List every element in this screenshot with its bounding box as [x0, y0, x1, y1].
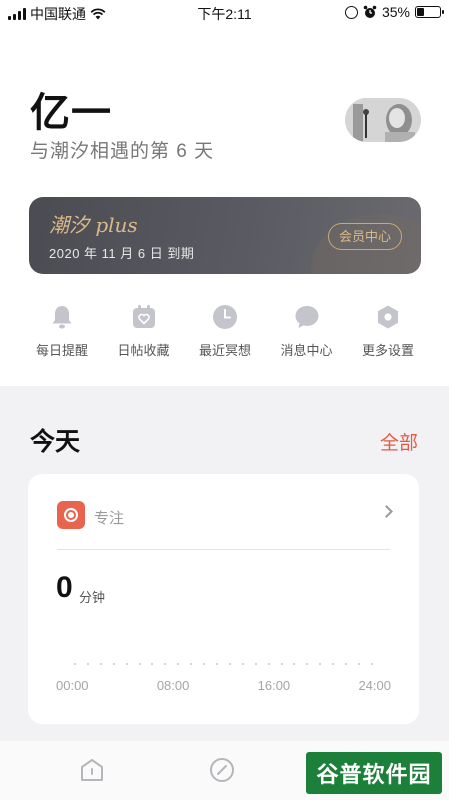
see-all-link[interactable]: 全部: [380, 428, 418, 455]
bell-icon: [48, 303, 76, 331]
settings-hexagon-icon: [374, 303, 402, 331]
calendar-heart-icon: [130, 303, 158, 331]
timeline-dot: [190, 663, 193, 665]
timeline-dot: [254, 663, 257, 665]
status-bar: 中国联通 下午2:11 35%: [0, 0, 449, 26]
focus-icon: [57, 501, 85, 529]
quick-actions: 每日提醒 日帖收藏 最近冥想 消息中心 更多设置: [22, 303, 428, 363]
orientation-lock-icon: [344, 5, 358, 19]
timeline-dot: [151, 663, 154, 665]
timeline-dot: [228, 663, 231, 665]
time-axis: 00:00 08:00 16:00 24:00: [56, 678, 391, 693]
watermark-logo: 谷普软件园: [306, 752, 442, 794]
clock-icon: [211, 303, 239, 331]
timeline-dot: [177, 663, 180, 665]
quick-action-label: 消息中心: [280, 343, 333, 358]
chat-bubble-icon: [293, 303, 321, 331]
timeline-dot: [280, 663, 283, 665]
timeline-dot: [215, 663, 218, 665]
quick-action-favorites[interactable]: 日帖收藏: [104, 303, 184, 363]
timeline-dot: [203, 663, 206, 665]
focus-minutes-value: 0: [56, 571, 73, 604]
timeline-dot: [357, 663, 360, 665]
battery-percent: 35%: [381, 4, 410, 20]
alarm-icon: [363, 5, 377, 18]
today-title: 今天: [30, 428, 81, 456]
timeline-dot: [74, 663, 76, 665]
avatar-image: [345, 98, 421, 142]
battery-fill: [417, 8, 424, 16]
timeline-dot: [293, 663, 296, 665]
member-plan-title: 潮汐 plus: [49, 213, 138, 237]
chevron-right-icon[interactable]: [380, 505, 393, 518]
focus-label: 专注: [94, 510, 125, 527]
quick-action-label: 最近冥想: [198, 343, 251, 358]
timeline-dot: [86, 663, 89, 665]
timeline-dots: [74, 663, 373, 665]
avatar[interactable]: [345, 98, 421, 142]
home-icon[interactable]: [79, 757, 105, 783]
time-axis-label: 16:00: [257, 678, 291, 693]
focus-minutes-unit: 分钟: [79, 590, 106, 605]
timeline-dot: [112, 663, 115, 665]
member-expiry-date: 2020 年 11 月 6 日 到期: [49, 246, 195, 261]
battery-icon: [415, 6, 444, 18]
timeline-dot: [138, 663, 141, 665]
timeline-dot: [332, 663, 335, 665]
timeline-dot: [267, 663, 270, 665]
profile-days-subtitle: 与潮汐相遇的第 6 天: [30, 141, 215, 162]
member-card[interactable]: 潮汐 plus 2020 年 11 月 6 日 到期 会员中心: [29, 197, 421, 274]
timeline-dot: [125, 663, 128, 665]
member-center-button[interactable]: 会员中心: [327, 223, 402, 250]
quick-action-label: 每日提醒: [35, 343, 88, 358]
quick-action-recent-meditation[interactable]: 最近冥想: [185, 303, 265, 363]
compass-icon[interactable]: [209, 757, 235, 783]
timeline-dot: [99, 663, 102, 665]
quick-action-settings[interactable]: 更多设置: [348, 303, 428, 363]
timeline-dot: [370, 663, 373, 665]
focus-card[interactable]: 专注 0 分钟 00:00 08:00 16:00 24:00: [28, 474, 419, 724]
quick-action-label: 更多设置: [361, 343, 414, 358]
timeline-dot: [345, 663, 348, 665]
quick-action-daily-reminder[interactable]: 每日提醒: [22, 303, 102, 363]
timeline-dot: [306, 663, 309, 665]
time-axis-label: 24:00: [358, 678, 391, 693]
profile-name[interactable]: 亿一: [30, 80, 112, 138]
quick-action-messages[interactable]: 消息中心: [267, 303, 347, 363]
quick-action-label: 日帖收藏: [117, 343, 170, 358]
timeline-dot: [164, 663, 167, 665]
time-axis-label: 08:00: [156, 678, 190, 693]
divider: [57, 549, 390, 550]
status-right: 35%: [344, 4, 444, 20]
timeline-dot: [241, 663, 244, 665]
timeline-dot: [319, 663, 322, 665]
time-axis-label: 00:00: [56, 678, 89, 693]
